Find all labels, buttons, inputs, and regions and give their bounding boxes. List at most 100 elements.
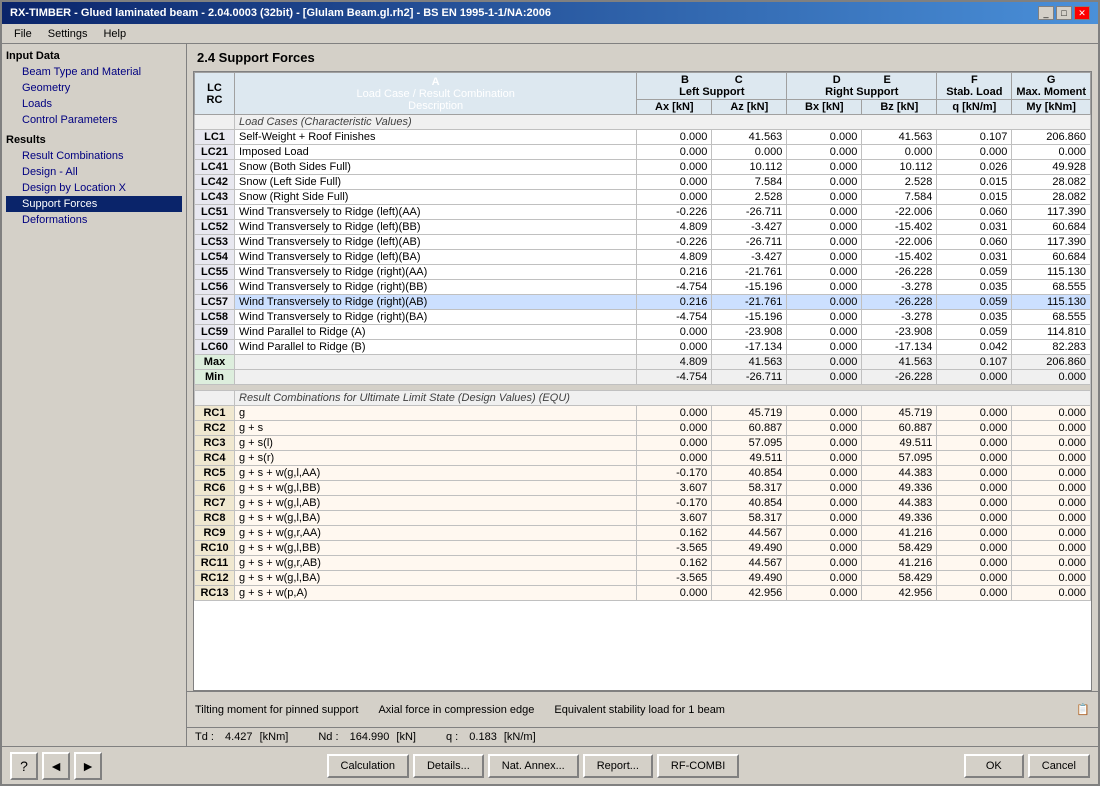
- az-cell: 49.490: [712, 541, 787, 556]
- axial-label: Axial force in compression edge: [378, 704, 534, 716]
- header-bx: Bx [kN]: [787, 100, 862, 115]
- rc-cell: RC11: [195, 556, 235, 571]
- calculation-button[interactable]: Calculation: [327, 754, 409, 778]
- my-cell: 0.000: [1012, 526, 1091, 541]
- bx-cell: 0.000: [787, 556, 862, 571]
- ax-cell: -0.170: [637, 466, 712, 481]
- my-cell: 206.860: [1012, 355, 1091, 370]
- ax-cell: 0.000: [637, 160, 712, 175]
- bz-cell: 49.336: [862, 481, 937, 496]
- details-button[interactable]: Details...: [413, 754, 484, 778]
- ax-cell: 0.000: [637, 406, 712, 421]
- q-cell: 0.059: [937, 325, 1012, 340]
- ax-cell: 3.607: [637, 511, 712, 526]
- ax-cell: -0.226: [637, 205, 712, 220]
- bz-cell: 7.584: [862, 190, 937, 205]
- rc-cell: RC1: [195, 406, 235, 421]
- menu-settings[interactable]: Settings: [40, 26, 96, 42]
- desc-cell: Wind Transversely to Ridge (right)(BB): [235, 280, 637, 295]
- table-row: LC53 Wind Transversely to Ridge (left)(A…: [195, 235, 1091, 250]
- data-table-container[interactable]: LCRC ALoad Case / Result CombinationDesc…: [193, 71, 1092, 691]
- az-cell: 44.567: [712, 556, 787, 571]
- table-row: RC12 g + s + w(g,l,BA) -3.565 49.490 0.0…: [195, 571, 1091, 586]
- bz-cell: 2.528: [862, 175, 937, 190]
- desc-cell: Snow (Both Sides Full): [235, 160, 637, 175]
- header-left-support: B CLeft Support: [637, 73, 787, 100]
- q-cell: 0.031: [937, 220, 1012, 235]
- bz-cell: 41.563: [862, 355, 937, 370]
- q-cell: 0.015: [937, 175, 1012, 190]
- header-az: Az [kN]: [712, 100, 787, 115]
- my-cell: 0.000: [1012, 571, 1091, 586]
- my-cell: 60.684: [1012, 250, 1091, 265]
- bx-cell: 0.000: [787, 250, 862, 265]
- bx-cell: 0.000: [787, 325, 862, 340]
- ax-cell: 4.809: [637, 250, 712, 265]
- table-row: RC1 g 0.000 45.719 0.000 45.719 0.000 0.…: [195, 406, 1091, 421]
- sidebar-item-design-location[interactable]: Design by Location X: [6, 180, 182, 196]
- q-value: 0.183: [469, 731, 497, 743]
- sidebar-item-design-all[interactable]: Design - All: [6, 164, 182, 180]
- q-unit: [kN/m]: [504, 731, 536, 743]
- desc-cell: g + s + w(g,l,AA): [235, 466, 637, 481]
- table-row: RC7 g + s + w(g,l,AB) -0.170 40.854 0.00…: [195, 496, 1091, 511]
- export-icon-btn[interactable]: 📋: [1076, 703, 1090, 716]
- group-header-load-cases: Load Cases (Characteristic Values): [195, 115, 1091, 130]
- lc-cell: LC52: [195, 220, 235, 235]
- q-cell: 0.000: [937, 541, 1012, 556]
- bz-cell: 49.511: [862, 436, 937, 451]
- minimize-button[interactable]: _: [1038, 6, 1054, 20]
- bx-cell: 0.000: [787, 190, 862, 205]
- rc-cell: RC6: [195, 481, 235, 496]
- lc-cell: LC43: [195, 190, 235, 205]
- maximize-button[interactable]: □: [1056, 6, 1072, 20]
- left-btn-group: ? ◄ ►: [10, 752, 102, 780]
- az-cell: 2.528: [712, 190, 787, 205]
- sidebar-item-control[interactable]: Control Parameters: [6, 112, 182, 128]
- rc-cell: RC12: [195, 571, 235, 586]
- nd-group: Nd : 164.990 [kN]: [318, 731, 416, 743]
- desc-cell: Wind Transversely to Ridge (left)(AA): [235, 205, 637, 220]
- sidebar-item-deformations[interactable]: Deformations: [6, 212, 182, 228]
- ax-cell: -3.565: [637, 541, 712, 556]
- sidebar-item-result-combinations[interactable]: Result Combinations: [6, 148, 182, 164]
- my-cell: 0.000: [1012, 511, 1091, 526]
- bx-cell: 0.000: [787, 340, 862, 355]
- bx-cell: 0.000: [787, 310, 862, 325]
- sidebar-item-loads[interactable]: Loads: [6, 96, 182, 112]
- sidebar-item-beam-type[interactable]: Beam Type and Material: [6, 64, 182, 80]
- az-cell: -26.711: [712, 205, 787, 220]
- lc-cell: LC53: [195, 235, 235, 250]
- bz-cell: -15.402: [862, 250, 937, 265]
- sidebar-item-support-forces[interactable]: Support Forces: [6, 196, 182, 212]
- back-icon-btn[interactable]: ◄: [42, 752, 70, 780]
- desc-cell: Wind Parallel to Ridge (A): [235, 325, 637, 340]
- q-cell: 0.107: [937, 130, 1012, 145]
- bx-cell: 0.000: [787, 451, 862, 466]
- window-title: RX-TIMBER - Glued laminated beam - 2.04.…: [10, 7, 551, 19]
- cancel-button[interactable]: Cancel: [1028, 754, 1090, 778]
- table-row: RC5 g + s + w(g,l,AA) -0.170 40.854 0.00…: [195, 466, 1091, 481]
- table-row: LC52 Wind Transversely to Ridge (left)(B…: [195, 220, 1091, 235]
- nat-annex-button[interactable]: Nat. Annex...: [488, 754, 579, 778]
- sidebar-item-geometry[interactable]: Geometry: [6, 80, 182, 96]
- desc-cell: g + s + w(g,l,BB): [235, 541, 637, 556]
- report-button[interactable]: Report...: [583, 754, 653, 778]
- forward-icon-btn[interactable]: ►: [74, 752, 102, 780]
- ok-button[interactable]: OK: [964, 754, 1024, 778]
- table-row: RC2 g + s 0.000 60.887 0.000 60.887 0.00…: [195, 421, 1091, 436]
- ax-cell: 0.000: [637, 175, 712, 190]
- sidebar: Input Data Beam Type and Material Geomet…: [2, 44, 187, 746]
- rc-cell: RC4: [195, 451, 235, 466]
- my-cell: 114.810: [1012, 325, 1091, 340]
- button-bar: ? ◄ ► Calculation Details... Nat. Annex.…: [2, 746, 1098, 784]
- help-icon-btn[interactable]: ?: [10, 752, 38, 780]
- rf-combi-button[interactable]: RF-COMBI: [657, 754, 739, 778]
- close-button[interactable]: ✕: [1074, 6, 1090, 20]
- my-cell: 68.555: [1012, 280, 1091, 295]
- menu-help[interactable]: Help: [95, 26, 134, 42]
- bx-cell: 0.000: [787, 481, 862, 496]
- menu-file[interactable]: File: [6, 26, 40, 42]
- q-cell: 0.000: [937, 421, 1012, 436]
- rc-cell: RC7: [195, 496, 235, 511]
